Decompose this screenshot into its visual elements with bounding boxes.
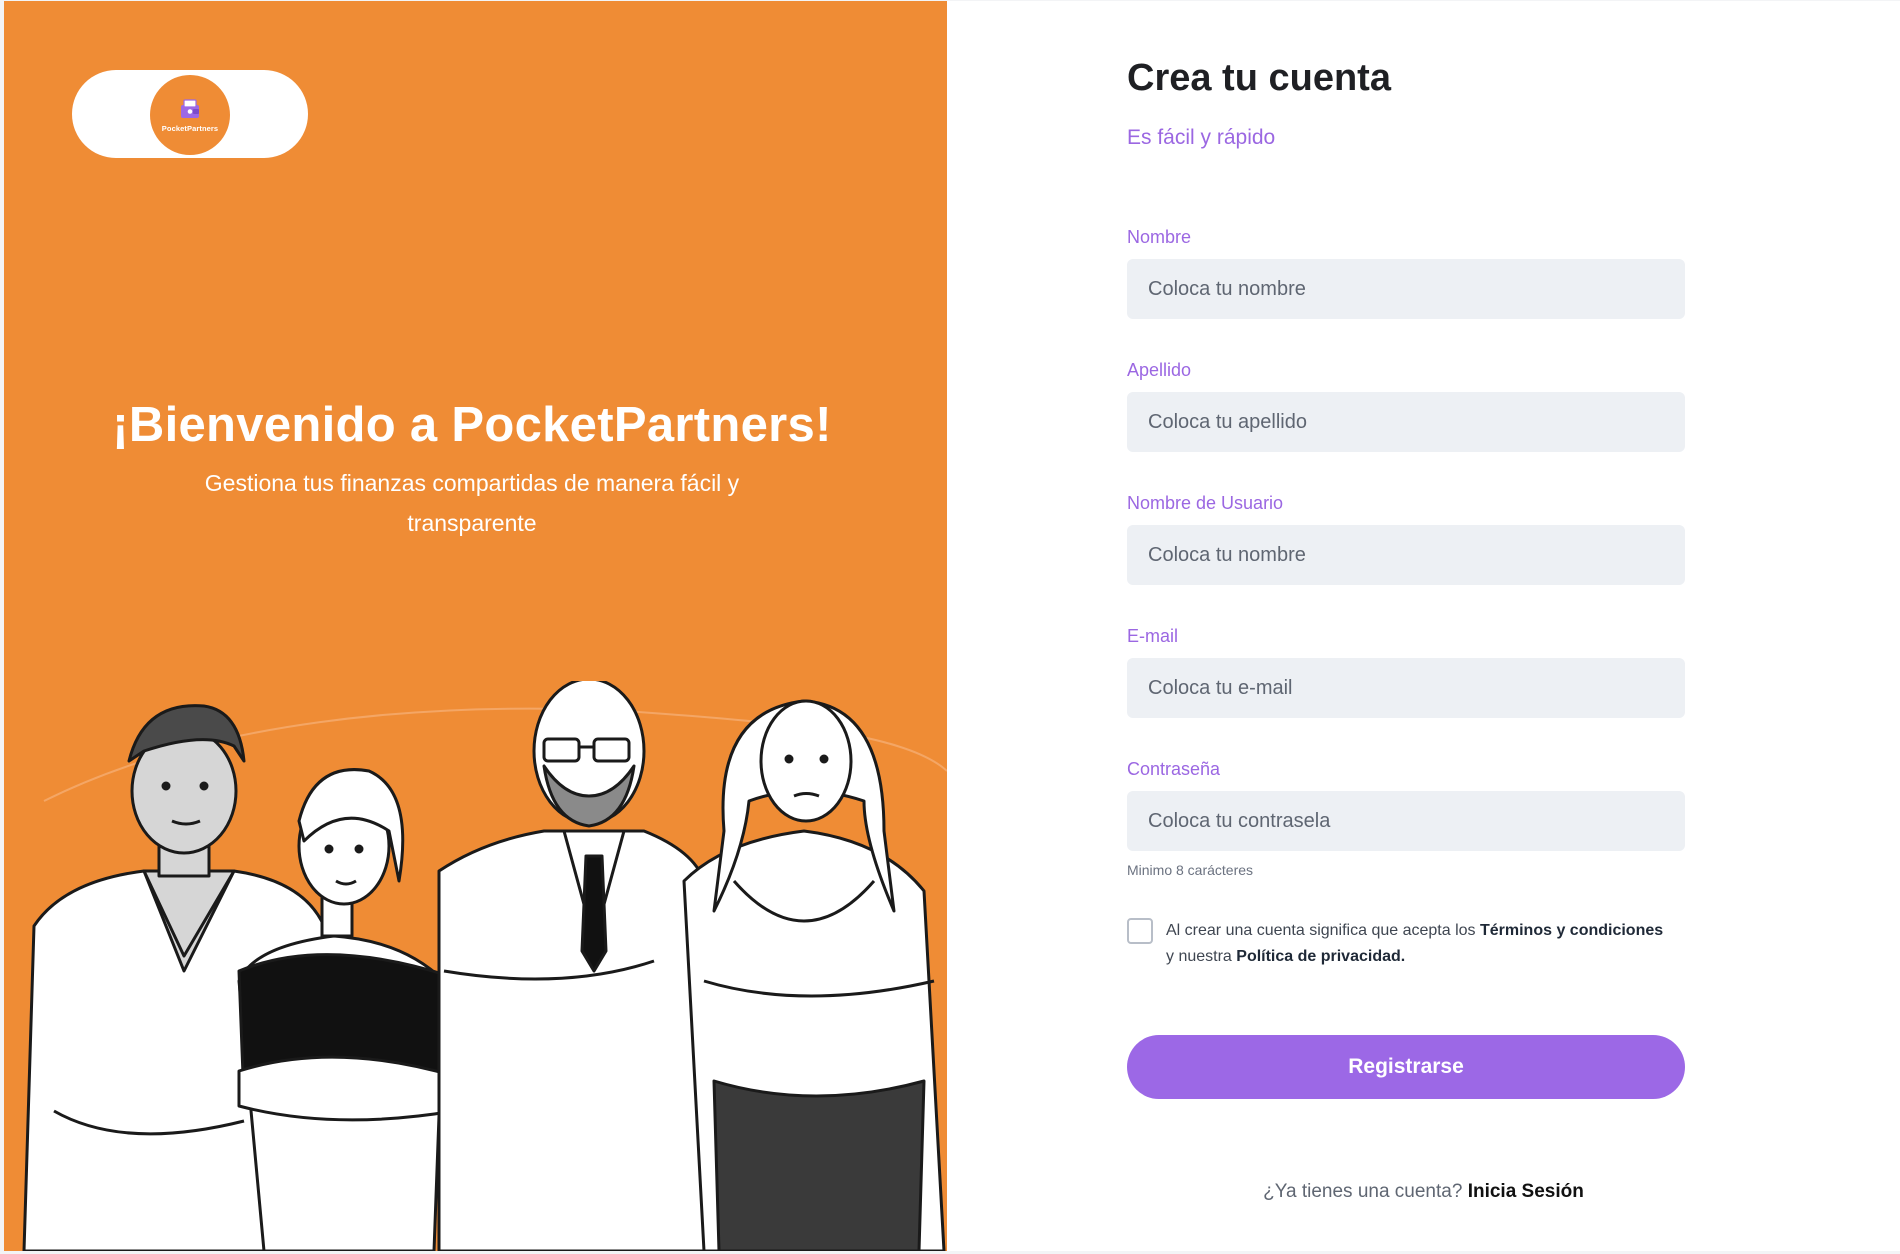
register-button[interactable]: Registrarse (1127, 1035, 1685, 1099)
person-woman-black-top (237, 768, 456, 1251)
logo-container: PocketPartners (72, 70, 308, 158)
password-label: Contraseña (1127, 759, 1221, 779)
terms-checkbox[interactable] (1127, 918, 1153, 944)
username-label: Nombre de Usuario (1127, 493, 1284, 513)
welcome-title: ¡Bienvenido a PocketPartners! (112, 398, 832, 452)
last-name-label: Apellido (1127, 360, 1192, 380)
terms-middle: y nuestra (1166, 948, 1232, 965)
terms-link[interactable]: Términos y condiciones (1480, 922, 1663, 939)
password-input[interactable] (1127, 791, 1685, 851)
privacy-link[interactable]: Política de privacidad. (1236, 948, 1405, 965)
email-label: E-mail (1127, 626, 1179, 646)
login-prompt-row: ¿Ya tienes una cuenta? Inicia Sesión (947, 1181, 1900, 1203)
last-name-input[interactable] (1127, 392, 1685, 452)
terms-prefix: Al crear una cuenta significa que acepta… (1166, 922, 1476, 939)
people-illustration (22, 681, 947, 1251)
form-subtitle: Es fácil y rápido (1127, 126, 1276, 149)
username-input[interactable] (1127, 525, 1685, 585)
terms-text: Al crear una cuenta significa que acepta… (1166, 918, 1706, 970)
login-prompt: ¿Ya tienes una cuenta? (1263, 1181, 1463, 1202)
password-hint: Minimo 8 carácteres (1127, 862, 1254, 878)
email-input[interactable] (1127, 658, 1685, 718)
first-name-label: Nombre (1127, 227, 1192, 247)
registration-panel: Crea tu cuenta Es fácil y rápido Nombre … (947, 1, 1900, 1251)
person-woman-long-hair (682, 699, 946, 1251)
person-man-suit (437, 681, 711, 1251)
logo: PocketPartners (150, 75, 230, 155)
wallet-icon (181, 99, 199, 118)
welcome-subtitle: Gestiona tus finanzas compartidas de man… (204, 470, 740, 536)
first-name-input[interactable] (1127, 259, 1685, 319)
logo-text: PocketPartners (161, 124, 219, 133)
form-title: Crea tu cuenta (1127, 57, 1391, 99)
welcome-panel: PocketPartners ¡Bienvenido a PocketPartn… (4, 1, 947, 1251)
login-link[interactable]: Inicia Sesión (1468, 1181, 1584, 1202)
